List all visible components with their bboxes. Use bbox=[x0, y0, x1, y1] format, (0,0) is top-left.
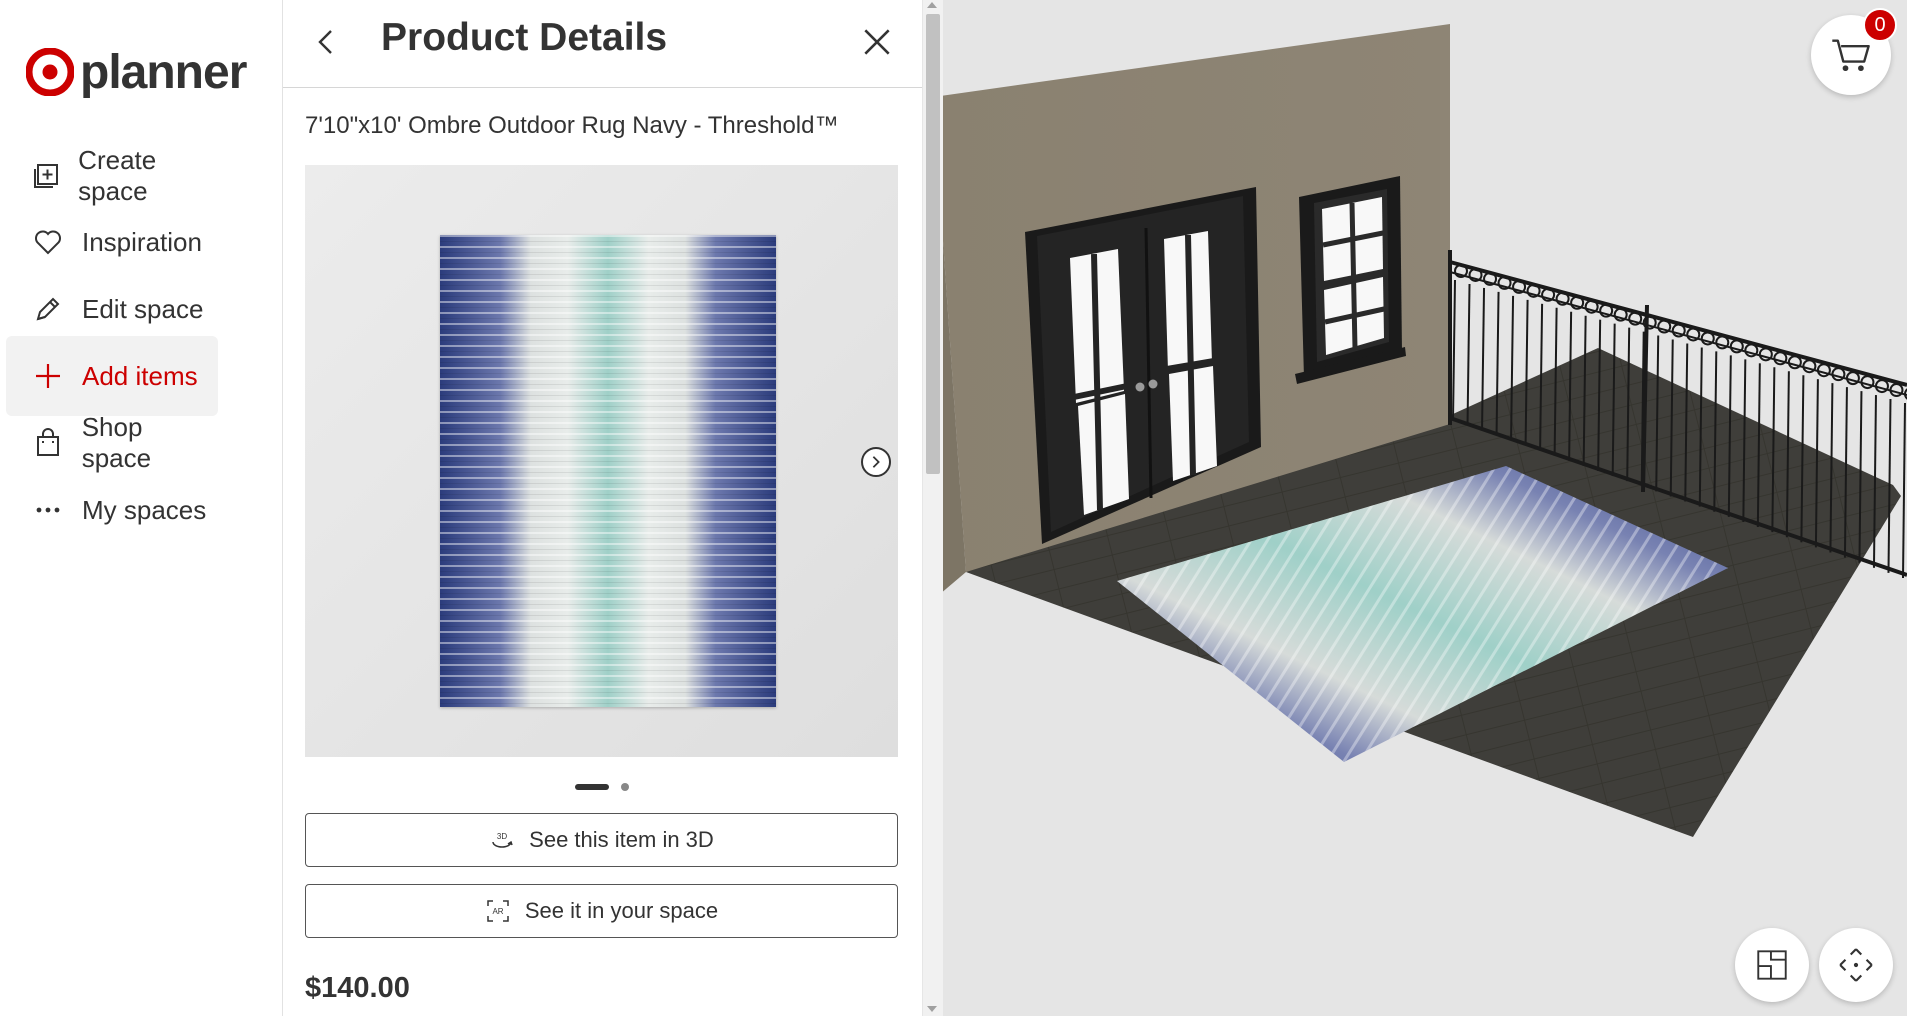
brand-name: planner bbox=[80, 45, 247, 99]
see-in-3d-button[interactable]: 3D See this item in 3D bbox=[305, 813, 898, 867]
pencil-icon bbox=[28, 289, 68, 329]
sidebar-nav: planner Create space Inspiration Edit sp… bbox=[0, 0, 283, 1016]
see-in-your-space-label: See it in your space bbox=[524, 898, 719, 923]
3d-view-icon: 3D bbox=[492, 832, 513, 848]
floorplan-button[interactable] bbox=[1735, 928, 1809, 1002]
product-price: $140.00 bbox=[305, 972, 410, 1004]
carousel-dot-active[interactable] bbox=[575, 784, 609, 790]
product-image-carousel[interactable] bbox=[305, 165, 898, 757]
rug-product-image bbox=[440, 235, 776, 707]
see-in-3d-label: See this item in 3D bbox=[529, 827, 714, 852]
see-in-your-space-button[interactable]: AR See it in your space bbox=[305, 884, 898, 938]
scroll-thumb[interactable] bbox=[926, 14, 940, 474]
carousel-indicator bbox=[575, 783, 629, 791]
shopping-bag-icon bbox=[28, 423, 68, 463]
panel-header: Product Details bbox=[283, 0, 922, 88]
nav-label: Create space bbox=[78, 145, 157, 206]
floorplan-icon bbox=[1757, 950, 1787, 980]
ar-view-icon: AR bbox=[487, 900, 509, 922]
window bbox=[1295, 176, 1406, 384]
close-button[interactable] bbox=[853, 18, 901, 66]
logo[interactable]: planner bbox=[26, 45, 247, 99]
plus-icon bbox=[28, 356, 68, 396]
nav-label: Inspiration bbox=[82, 226, 202, 257]
product-details-panel: Product Details 7'10"x10' Ombre Outdoor … bbox=[283, 0, 922, 1016]
scroll-up-arrow[interactable] bbox=[927, 2, 937, 8]
chevron-right-icon bbox=[872, 456, 880, 468]
target-bullseye-icon bbox=[26, 48, 74, 96]
nav-item-my-spaces[interactable]: My spaces bbox=[6, 470, 218, 550]
carousel-dot[interactable] bbox=[621, 783, 629, 791]
next-image-button[interactable] bbox=[861, 447, 891, 477]
nav-label: Edit space bbox=[82, 293, 204, 324]
ellipsis-icon bbox=[28, 490, 68, 530]
close-icon bbox=[864, 29, 890, 55]
svg-text:3D: 3D bbox=[497, 832, 507, 841]
cart-icon bbox=[1832, 39, 1870, 72]
nav-label: Add items bbox=[82, 360, 198, 391]
cart-count-badge: 0 bbox=[1863, 8, 1897, 42]
move-arrows-icon bbox=[1839, 948, 1873, 982]
room-3d-viewport[interactable]: 0 bbox=[943, 0, 1907, 1016]
move-view-button[interactable] bbox=[1819, 928, 1893, 1002]
panel-title: Product Details bbox=[381, 16, 668, 59]
create-space-icon bbox=[28, 156, 64, 196]
scroll-down-arrow[interactable] bbox=[927, 1006, 937, 1012]
chevron-left-icon bbox=[318, 30, 332, 54]
nav-label: My spaces bbox=[82, 494, 207, 525]
room-scene bbox=[943, 24, 1907, 837]
svg-text:AR: AR bbox=[492, 907, 503, 916]
product-name: 7'10"x10' Ombre Outdoor Rug Navy - Thres… bbox=[305, 112, 839, 139]
back-button[interactable] bbox=[305, 20, 349, 64]
nav-label: Shop space bbox=[81, 412, 152, 473]
heart-icon bbox=[28, 222, 68, 262]
panel-scrollbar[interactable] bbox=[922, 0, 943, 1016]
